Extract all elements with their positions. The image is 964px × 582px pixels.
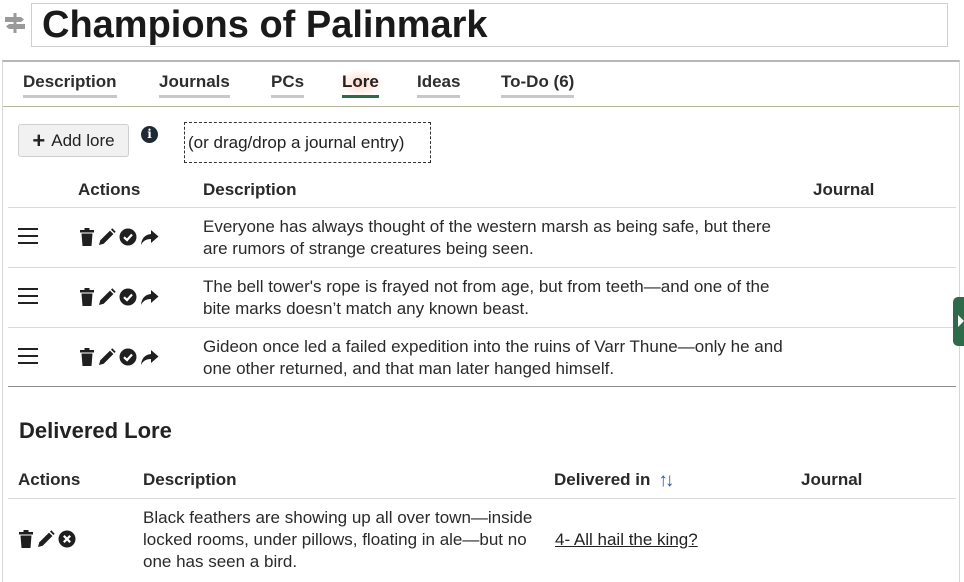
trash-icon[interactable] <box>18 530 34 548</box>
info-icon[interactable]: i <box>141 126 158 143</box>
share-arrow-icon[interactable] <box>140 349 159 366</box>
column-header-journal: Journal <box>813 180 875 199</box>
check-circle-icon[interactable] <box>119 228 137 246</box>
add-lore-label: Add lore <box>51 130 115 150</box>
check-circle-icon[interactable] <box>119 288 137 306</box>
plus-icon: + <box>32 127 46 153</box>
sort-icon[interactable]: ↑↓ <box>658 470 674 492</box>
trash-icon[interactable] <box>79 288 95 306</box>
edit-pencil-icon[interactable] <box>98 228 116 246</box>
lore-description: The bell tower's rope is frayed not from… <box>203 277 770 318</box>
row-actions <box>79 288 159 306</box>
tab-ideas[interactable]: Ideas <box>417 72 461 98</box>
lore-description: Gideon once led a failed expedition into… <box>203 337 783 378</box>
lore-description: Everyone has always thought of the weste… <box>203 217 771 258</box>
trash-icon[interactable] <box>79 228 95 246</box>
campaign-title[interactable]: Champions of Palinmark <box>31 3 948 47</box>
column-header-description: Description <box>203 180 297 199</box>
journal-drop-zone[interactable]: (or drag/drop a journal entry) <box>184 122 431 163</box>
edit-pencil-icon[interactable] <box>98 348 116 366</box>
edit-pencil-icon[interactable] <box>98 288 116 306</box>
edit-pencil-icon[interactable] <box>37 530 55 548</box>
column-header-description: Description <box>143 470 237 489</box>
row-actions <box>18 530 76 548</box>
table-row[interactable]: The bell tower's rope is frayed not from… <box>8 267 956 327</box>
column-header-journal: Journal <box>801 470 863 489</box>
row-actions <box>79 228 159 246</box>
delivered-lore-heading: Delivered Lore <box>19 418 172 443</box>
signpost-icon <box>5 13 25 33</box>
main-panel: Description Journals PCs Lore Ideas To-D… <box>2 60 960 582</box>
delivered-in-label: Delivered in <box>554 470 651 489</box>
column-header-delivered-in[interactable]: Delivered in ↑↓ <box>554 470 674 492</box>
drag-handle-icon[interactable] <box>18 348 38 369</box>
drag-handle-icon[interactable] <box>18 228 38 249</box>
table-row[interactable]: Everyone has always thought of the weste… <box>8 207 956 267</box>
tab-lore[interactable]: Lore <box>336 69 385 98</box>
delivered-lore-description: Black feathers are showing up all over t… <box>143 508 533 571</box>
check-circle-icon[interactable] <box>119 348 137 366</box>
tab-bar: Description Journals PCs Lore Ideas To-D… <box>3 62 959 107</box>
tab-journals[interactable]: Journals <box>159 72 230 98</box>
delivered-in-link[interactable]: 4- All hail the king? <box>555 530 698 550</box>
row-actions <box>79 348 159 366</box>
add-lore-button[interactable]: + Add lore <box>18 124 129 157</box>
header: Champions of Palinmark <box>0 0 964 58</box>
drag-handle-icon[interactable] <box>18 288 38 309</box>
trash-icon[interactable] <box>79 348 95 366</box>
share-arrow-icon[interactable] <box>140 289 159 306</box>
x-circle-icon[interactable] <box>58 530 76 548</box>
table-row: Black feathers are showing up all over t… <box>8 498 956 582</box>
tab-todo[interactable]: To-Do (6) <box>501 72 575 98</box>
column-header-actions: Actions <box>18 470 81 489</box>
tab-description[interactable]: Description <box>23 72 117 98</box>
table-row[interactable]: Gideon once led a failed expedition into… <box>8 327 956 387</box>
share-arrow-icon[interactable] <box>140 229 159 246</box>
tab-pcs[interactable]: PCs <box>271 72 305 98</box>
column-header-actions: Actions <box>78 180 141 199</box>
sidebar-toggle-button[interactable] <box>953 297 964 346</box>
